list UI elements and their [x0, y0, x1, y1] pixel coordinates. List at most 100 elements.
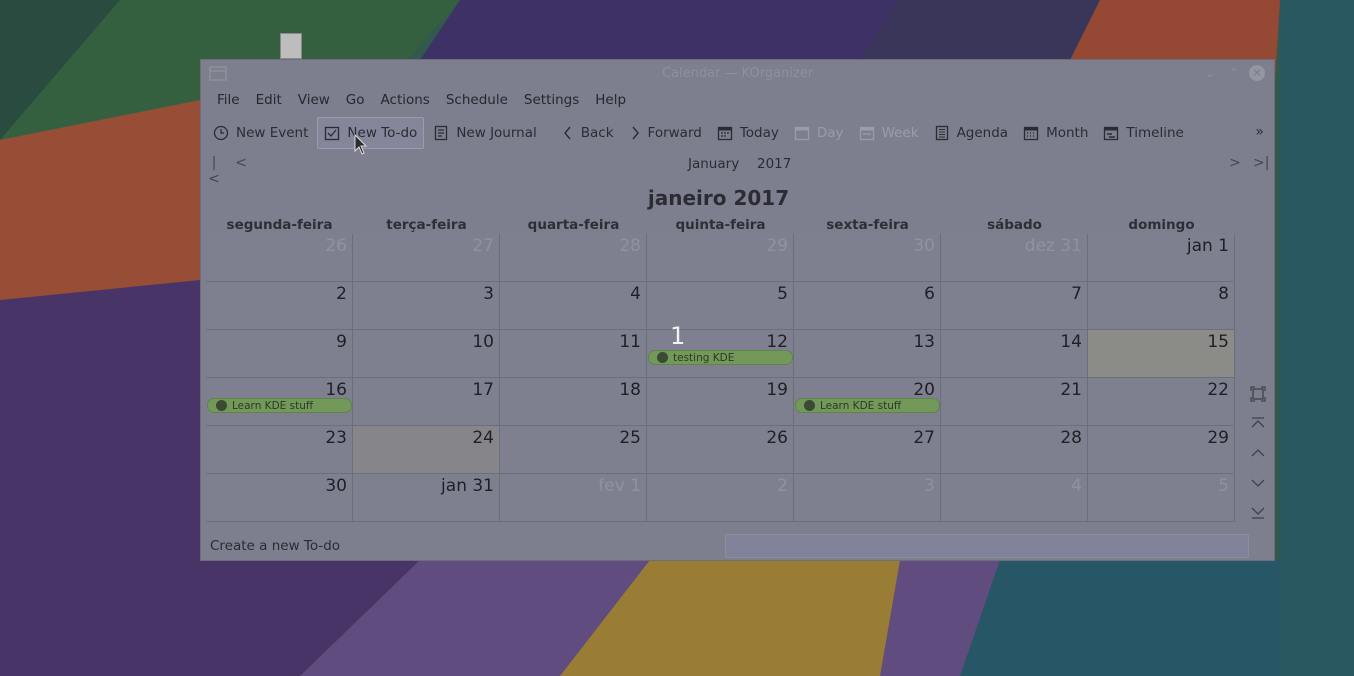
statusbar: Create a new To-do: [201, 534, 1274, 560]
day-cell[interactable]: 10: [353, 330, 500, 378]
last-page-icon[interactable]: >|: [1253, 155, 1269, 171]
click-counter: 1: [670, 322, 686, 350]
day-cell[interactable]: 26: [647, 426, 794, 474]
day-number: 23: [325, 428, 347, 448]
month-grid: segunda-feira terça-feira quarta-feira q…: [206, 217, 1235, 522]
day-cell[interactable]: 29: [647, 234, 794, 282]
day-cell[interactable]: 20 Learn KDE stuff: [794, 378, 941, 426]
titlebar[interactable]: Calendar — KOrganizer ⌄ ⌃ ✕: [201, 60, 1274, 88]
day-number: 18: [619, 380, 641, 400]
day-number: 16: [325, 380, 347, 400]
day-cell[interactable]: 4: [500, 282, 647, 330]
desktop-file-icon[interactable]: [280, 33, 302, 59]
day-cell[interactable]: 26: [206, 234, 353, 282]
day-number: 8: [1218, 284, 1229, 304]
day-cell[interactable]: 28: [500, 234, 647, 282]
calendar-week-icon: [859, 126, 874, 141]
day-cell[interactable]: 27: [794, 426, 941, 474]
event-learn-kde[interactable]: Learn KDE stuff: [207, 398, 352, 413]
day-number: 27: [913, 428, 935, 448]
day-cell[interactable]: 22: [1088, 378, 1235, 426]
day-cell-selected[interactable]: 24: [353, 426, 500, 474]
weekday-header: quinta-feira: [675, 217, 766, 233]
month-selector[interactable]: January: [688, 156, 739, 172]
next-month-icon[interactable]: >: [1228, 155, 1242, 171]
toolbar-overflow-icon[interactable]: »: [1255, 124, 1264, 140]
day-cell[interactable]: 2: [647, 474, 794, 522]
timeline-button[interactable]: Timeline: [1097, 118, 1189, 148]
day-cell[interactable]: 4: [941, 474, 1088, 522]
day-cell[interactable]: jan 31: [353, 474, 500, 522]
day-cell[interactable]: 29: [1088, 426, 1235, 474]
day-cell[interactable]: 8: [1088, 282, 1235, 330]
event-learn-kde[interactable]: Learn KDE stuff: [795, 398, 940, 413]
weekday-header: sexta-feira: [826, 217, 909, 233]
day-cell[interactable]: 17: [353, 378, 500, 426]
minimize-icon[interactable]: ⌄: [1202, 65, 1218, 81]
day-cell[interactable]: 16 Learn KDE stuff: [206, 378, 353, 426]
day-cell[interactable]: 3: [353, 282, 500, 330]
week-label: Week: [881, 125, 919, 141]
day-button[interactable]: Day: [788, 118, 850, 148]
scroll-bottom-icon[interactable]: [1245, 504, 1271, 524]
day-cell[interactable]: dez 31: [941, 234, 1088, 282]
forward-button[interactable]: Forward: [623, 118, 708, 148]
chevron-right-icon: [632, 126, 639, 140]
menu-schedule[interactable]: Schedule: [438, 92, 516, 112]
menu-actions[interactable]: Actions: [373, 92, 438, 112]
new-journal-button[interactable]: New Journal: [427, 118, 542, 148]
day-cell[interactable]: 3: [794, 474, 941, 522]
day-cell[interactable]: jan 1: [1088, 234, 1235, 282]
year-selector[interactable]: 2017: [757, 156, 791, 172]
today-button[interactable]: Today: [711, 118, 785, 148]
day-cell[interactable]: 13: [794, 330, 941, 378]
new-todo-button[interactable]: New To-do: [317, 117, 425, 149]
day-cell[interactable]: 30: [794, 234, 941, 282]
first-page-icon[interactable]: |<: [207, 155, 221, 187]
day-cell[interactable]: 23: [206, 426, 353, 474]
day-number: 30: [325, 476, 347, 496]
day-number: 25: [619, 428, 641, 448]
scroll-down-icon[interactable]: [1245, 475, 1271, 495]
day-cell[interactable]: 19: [647, 378, 794, 426]
day-cell[interactable]: 18: [500, 378, 647, 426]
close-icon[interactable]: ✕: [1249, 65, 1265, 81]
window-title: Calendar — KOrganizer: [661, 66, 814, 81]
fit-view-icon[interactable]: [1245, 386, 1271, 406]
day-cell-today[interactable]: 15: [1088, 330, 1235, 378]
day-cell[interactable]: 5: [1088, 474, 1235, 522]
month-title: janeiro 2017: [647, 186, 790, 210]
menu-go[interactable]: Go: [338, 92, 373, 112]
day-number: 17: [472, 380, 494, 400]
day-cell[interactable]: fev 1: [500, 474, 647, 522]
day-cell[interactable]: 14: [941, 330, 1088, 378]
agenda-button[interactable]: Agenda: [928, 118, 1015, 148]
menu-view[interactable]: View: [290, 92, 338, 112]
previous-month-icon[interactable]: <: [234, 155, 248, 171]
day-number: 14: [1060, 332, 1082, 352]
menu-help[interactable]: Help: [587, 92, 634, 112]
day-cell[interactable]: 7: [941, 282, 1088, 330]
day-cell[interactable]: 11: [500, 330, 647, 378]
day-cell[interactable]: 27: [353, 234, 500, 282]
menu-file[interactable]: File: [209, 92, 248, 112]
day-cell[interactable]: 30: [206, 474, 353, 522]
back-button[interactable]: Back: [556, 118, 620, 148]
day-number: 29: [1207, 428, 1229, 448]
day-cell[interactable]: 9: [206, 330, 353, 378]
scroll-up-icon[interactable]: [1245, 445, 1271, 465]
menu-edit[interactable]: Edit: [248, 92, 290, 112]
maximize-icon[interactable]: ⌃: [1226, 65, 1242, 81]
event-testing-kde[interactable]: testing KDE: [648, 350, 793, 365]
month-button[interactable]: Month: [1017, 118, 1094, 148]
day-number: 7: [1071, 284, 1082, 304]
day-cell[interactable]: 25: [500, 426, 647, 474]
new-event-button[interactable]: New Event: [207, 118, 314, 148]
week-button[interactable]: Week: [853, 118, 925, 148]
day-cell[interactable]: 6: [794, 282, 941, 330]
day-cell[interactable]: 21: [941, 378, 1088, 426]
menu-settings[interactable]: Settings: [516, 92, 587, 112]
scroll-top-icon[interactable]: [1245, 416, 1271, 436]
day-cell[interactable]: 2: [206, 282, 353, 330]
day-cell[interactable]: 28: [941, 426, 1088, 474]
